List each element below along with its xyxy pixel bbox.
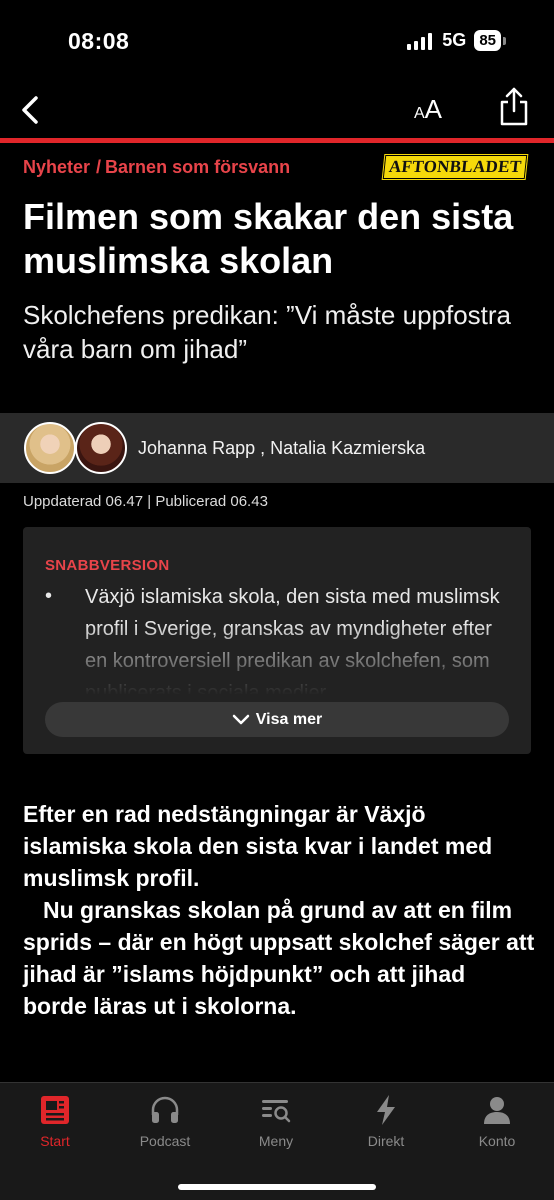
show-more-label: Visa mer (255, 710, 323, 728)
tab-label: Meny (258, 1133, 294, 1149)
tab-label: Podcast (139, 1133, 191, 1149)
status-bar: 08:08 5G 85 (0, 0, 554, 84)
text-size-small: A (414, 105, 425, 122)
breadcrumb: Nyheter / Barnen som försvann (23, 157, 290, 178)
tab-start[interactable]: Start (0, 1093, 110, 1149)
signal-icon (407, 32, 433, 50)
author-avatar[interactable] (24, 422, 76, 474)
author-names[interactable]: Johanna Rapp , Natalia Kazmierska (138, 438, 425, 459)
author-avatar[interactable] (75, 422, 127, 474)
brand-logo: AFTONBLADET (381, 154, 529, 180)
tab-label: Direkt (367, 1133, 405, 1149)
summary-label: SNABBVERSION (45, 557, 170, 574)
breadcrumb-topic[interactable]: Barnen som försvann (105, 157, 290, 177)
article-subheadline: Skolchefens predikan: ”Vi måste uppfostr… (23, 300, 512, 364)
tab-label: Konto (478, 1133, 516, 1149)
author-bar[interactable]: Johanna Rapp , Natalia Kazmierska (0, 413, 554, 483)
article: Nyheter / Barnen som försvann AFTONBLADET … (0, 143, 554, 1086)
tab-label: Start (40, 1133, 70, 1149)
status-time: 08:08 (68, 28, 130, 54)
text-size-button[interactable]: AA (414, 94, 442, 125)
article-body: Efter en rad nedstängningar är Växjö isl… (23, 798, 535, 1022)
tab-podcast[interactable]: Podcast (110, 1093, 220, 1149)
share-icon[interactable] (496, 86, 532, 128)
menu-search-icon (262, 1100, 291, 1123)
breadcrumb-separator: / (96, 157, 102, 177)
nav-bar: AA (0, 84, 554, 140)
battery-icon: 85 (474, 30, 506, 51)
tab-bar: Start Podcast Meny Direkt Konto (0, 1082, 554, 1200)
body-paragraph: Nu granskas skolan på grund av att en fi… (23, 897, 535, 1019)
status-indicators: 5G 85 (407, 30, 506, 51)
battery-level: 85 (474, 30, 501, 51)
chevron-down-icon (232, 714, 250, 724)
tab-konto[interactable]: Konto (442, 1093, 552, 1149)
newspaper-icon (41, 1096, 69, 1124)
person-icon (484, 1097, 510, 1124)
publish-meta: Uppdaterad 06.47 | Publicerad 06.43 (23, 493, 268, 510)
summary-bullet: • (45, 585, 53, 607)
back-icon[interactable] (12, 90, 52, 130)
show-more-button[interactable]: Visa mer (45, 702, 509, 737)
article-headline: Filmen som skakar den sista muslimska sk… (23, 196, 514, 281)
network-type: 5G (442, 30, 467, 50)
tab-meny[interactable]: Meny (221, 1093, 331, 1149)
body-paragraph: Efter en rad nedstängningar är Växjö isl… (23, 801, 493, 891)
text-size-large: A (424, 94, 443, 124)
summary-text: Växjö islamiska skola, den sista med mus… (85, 586, 500, 701)
home-indicator[interactable] (178, 1184, 376, 1190)
lightning-icon (377, 1095, 395, 1125)
quick-summary: SNABBVERSION • Växjö islamiska skola, de… (23, 527, 531, 754)
breadcrumb-section[interactable]: Nyheter (23, 157, 90, 177)
headphones-icon (151, 1096, 179, 1123)
tab-direkt[interactable]: Direkt (331, 1093, 441, 1149)
